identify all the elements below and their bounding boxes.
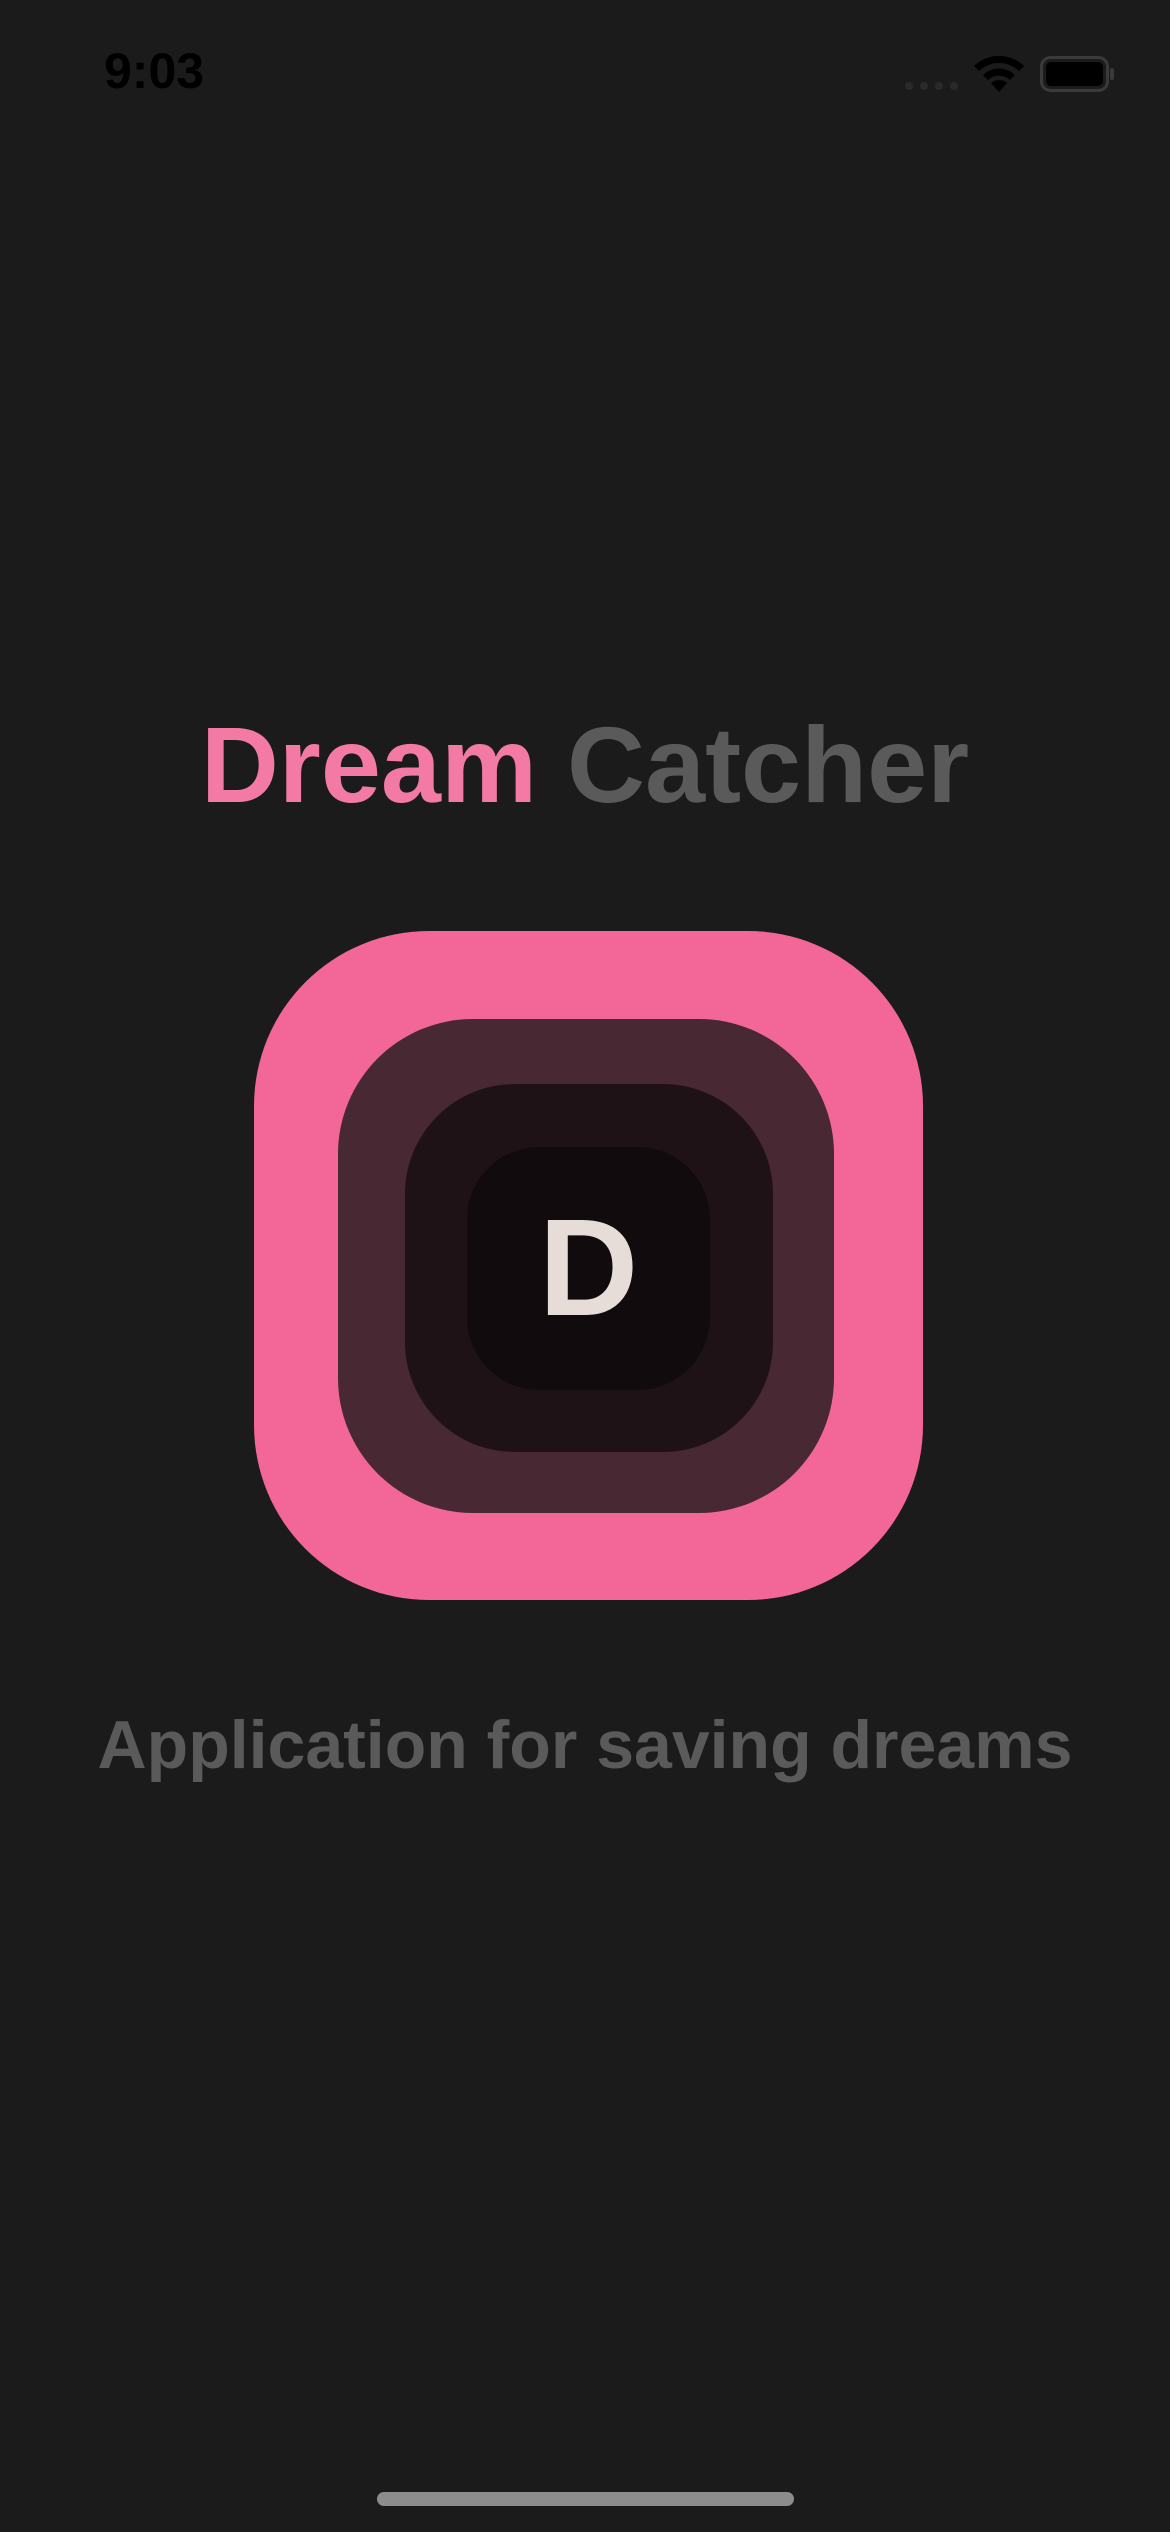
app-logo: D: [254, 931, 923, 1600]
app-title: Dream Catcher: [0, 700, 1170, 830]
wifi-icon: [974, 55, 1024, 92]
app-title-accent: Dream: [200, 704, 537, 825]
splash-screen: 9:03 Dream Catcher D Application for sav…: [0, 0, 1170, 2532]
logo-letter: D: [538, 1191, 639, 1345]
signal-icon: [905, 82, 958, 90]
status-time: 9:03: [104, 43, 205, 99]
home-indicator[interactable]: [377, 2492, 794, 2506]
app-subtitle: Application for saving dreams: [97, 1707, 1073, 1783]
app-title-rest: Catcher: [567, 704, 970, 825]
battery-icon: [1040, 56, 1114, 92]
status-bar: 9:03: [0, 0, 1170, 150]
